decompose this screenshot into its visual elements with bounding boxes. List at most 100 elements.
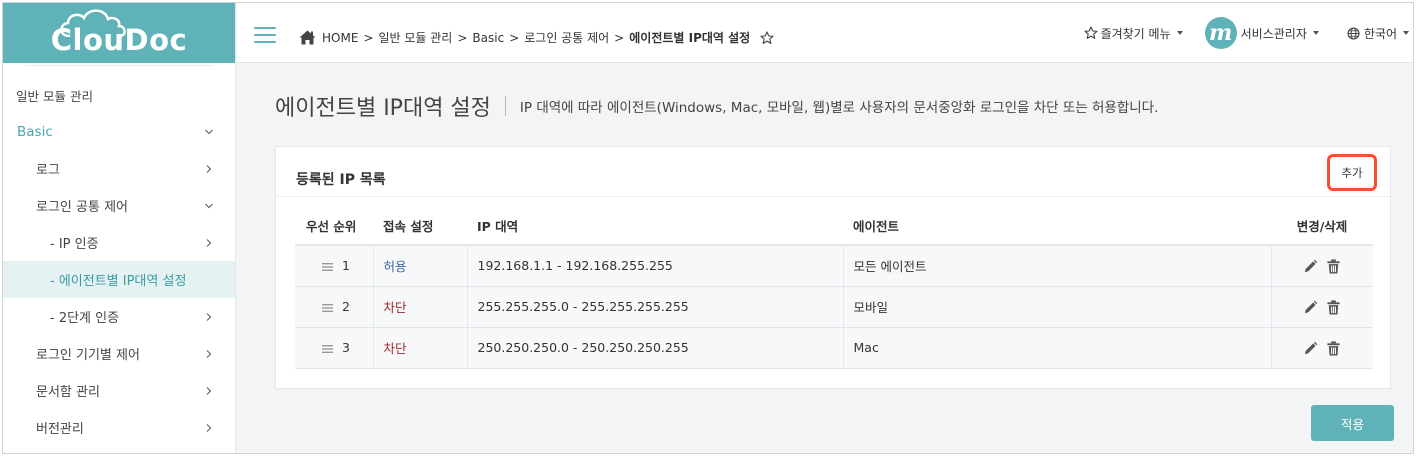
breadcrumb-item[interactable]: 일반 모듈 관리 [378,29,452,46]
sidebar-item[interactable]: 로그 [3,150,235,187]
trash-icon[interactable] [1326,340,1341,356]
chevron-right-icon [206,164,212,173]
avatar: m [1204,17,1237,49]
connection-value: 차단 [383,341,407,356]
menu-group-title: 일반 모듈 관리 [16,89,93,104]
caret-down-icon [1403,31,1409,35]
language-label: 한국어 [1363,26,1397,41]
caret-down-icon [1176,31,1183,35]
breadcrumb: HOME > 일반 모듈 관리 > Basic > 로그인 공통 제어 > 에이… [299,29,774,46]
ip-range-cell: 250.250.250.0 - 250.250.250.255 [467,327,844,369]
connection-value: 허용 [383,259,407,275]
main-content: 에이전트별 IP대역 설정 IP 대역에 따라 에이전트(Windows, Ma… [237,64,1413,453]
add-button[interactable]: 추가 [1327,154,1377,191]
chevron-down-icon [205,129,213,134]
sidebar-item-label: Basic [17,123,53,140]
connection-cell: 차단 [373,286,468,328]
panel-divider [276,196,1390,197]
table-header-row: 우선 순위 접속 설정 IP 대역 에이전트 변경/삭제 [295,207,1373,246]
logo-text: ClouDoc [50,23,188,57]
ip-range-cell: 192.168.1.1 - 192.168.255.255 [467,245,844,287]
header-right: 즐겨찾기 메뉴 m 서비스관리자 한국어 [1084,3,1413,63]
priority-cell: 3 [295,327,374,369]
sidebar-item[interactable]: 로그인 기기별 제어 [3,335,235,372]
breadcrumb-home[interactable]: HOME [322,31,358,45]
sidebar-item-label: - 2단계 인증 [50,311,120,326]
priority-cell: 1 [295,245,374,287]
drag-handle-icon[interactable] [322,262,333,271]
connection-cell: 허용 [373,245,468,287]
priority-value: 1 [342,258,350,274]
actions-cell [1271,327,1373,369]
connection-cell: 차단 [373,327,468,369]
chevron-down-icon [205,203,213,208]
star-outline-icon [1084,26,1098,39]
breadcrumb-current: 에이전트별 IP대역 설정 [629,31,751,45]
sidebar-item-label: - 에이전트별 IP대역 설정 [50,274,187,289]
sidebar-item[interactable]: Basic [3,113,235,150]
breadcrumb-item[interactable]: 로그인 공통 제어 [524,29,609,46]
logo[interactable]: ClouDoc [3,3,235,63]
chevron-right-icon [206,423,212,432]
header-priority: 우선 순위 [295,207,373,246]
sidebar-item[interactable]: - 2단계 인증 [3,298,235,335]
drag-handle-icon[interactable] [322,303,333,312]
caret-down-icon [1312,31,1319,35]
sidebar-item-label: 로그 [36,163,60,178]
sidebar-item-label: 로그인 공통 제어 [36,200,128,215]
sidebar-item[interactable]: 문서함 관리 [3,372,235,409]
sidebar-item[interactable]: 버전관리 [3,409,235,446]
header-ip-range: IP 대역 [467,207,843,246]
globe-icon [1347,26,1360,40]
trash-icon[interactable] [1326,299,1341,315]
pencil-icon[interactable] [1303,341,1318,356]
trash-icon[interactable] [1326,259,1341,274]
breadcrumb-item[interactable]: Basic [472,31,504,45]
sidebar-item-label: 문서함 관리 [36,385,100,400]
sidebar: ClouDoc 일반 모듈 관리 Basic 로그로그인 공통 제어 - IP 인증… [3,3,236,453]
hamburger-icon[interactable] [254,27,276,43]
header-actions: 변경/삭제 [1271,207,1373,246]
chevron-right-icon [206,349,212,358]
favorites-label: 즐겨찾기 메뉴 [1100,26,1171,41]
top-header: HOME > 일반 모듈 관리 > Basic > 로그인 공통 제어 > 에이… [237,3,1413,63]
breadcrumb-separator: > [614,30,625,45]
star-icon[interactable] [760,30,774,45]
table-body: 1 허용 192.168.1.1 - 192.168.255.255 모든 에이전트 2… [295,245,1373,369]
apply-button[interactable]: 적용 [1311,405,1394,441]
agent-cell: Mac [843,327,1272,369]
page-description: IP 대역에 따라 에이전트(Windows, Mac, 모바일, 웹)별로 사… [519,100,1159,116]
user-menu[interactable]: m 서비스관리자 [1204,17,1319,49]
sidebar-item[interactable]: - IP 인증 [3,224,235,261]
sidebar-item[interactable]: 로그인 공통 제어 [3,187,235,224]
ip-list-panel: 등록된 IP 목록 추가 우선 순위 접속 설정 IP 대역 에이전트 변경/삭… [275,146,1391,389]
priority-value: 2 [342,299,350,314]
pencil-icon[interactable] [1303,300,1318,315]
sidebar-item[interactable]: - 에이전트별 IP대역 설정 [3,261,235,298]
chevron-right-icon [206,386,212,395]
pencil-icon[interactable] [1303,259,1318,274]
priority-value: 3 [342,340,350,355]
chevron-right-icon [206,312,212,321]
app-frame: ClouDoc 일반 모듈 관리 Basic 로그 로그인 공통 제어 - IP 인증… [2,2,1414,454]
actions-cell [1271,286,1373,328]
language-menu[interactable]: 한국어 [1347,25,1409,42]
actions-cell [1271,245,1373,287]
home-icon[interactable] [299,30,316,45]
page-title-row: 에이전트별 IP대역 설정 IP 대역에 따라 에이전트(Windows, Ma… [275,90,1158,122]
table-row: 3 차단 250.250.250.0 - 250.250.250.255 Mac [295,327,1373,369]
agent-cell: 모든 에이전트 [843,245,1272,287]
drag-handle-icon[interactable] [322,344,333,353]
sidebar-item-label: - IP 인증 [50,237,99,252]
table-row: 1 허용 192.168.1.1 - 192.168.255.255 모든 에이전트 [295,245,1373,287]
favorites-menu[interactable]: 즐겨찾기 메뉴 [1084,25,1183,42]
priority-cell: 2 [295,286,374,328]
chevron-right-icon [206,238,212,247]
panel-title: 등록된 IP 목록 [296,172,386,188]
header-connection: 접속 설정 [373,207,467,246]
table-row: 2 차단 255.255.255.0 - 255.255.255.255 모바일 [295,286,1373,328]
sidebar-item-label: 버전관리 [36,422,84,437]
sidebar-menu: Basic 로그로그인 공통 제어 - IP 인증 - 에이전트별 IP대역 설정 - … [3,113,235,446]
ip-range-cell: 255.255.255.0 - 255.255.255.255 [467,286,844,328]
agent-cell: 모바일 [843,286,1272,328]
